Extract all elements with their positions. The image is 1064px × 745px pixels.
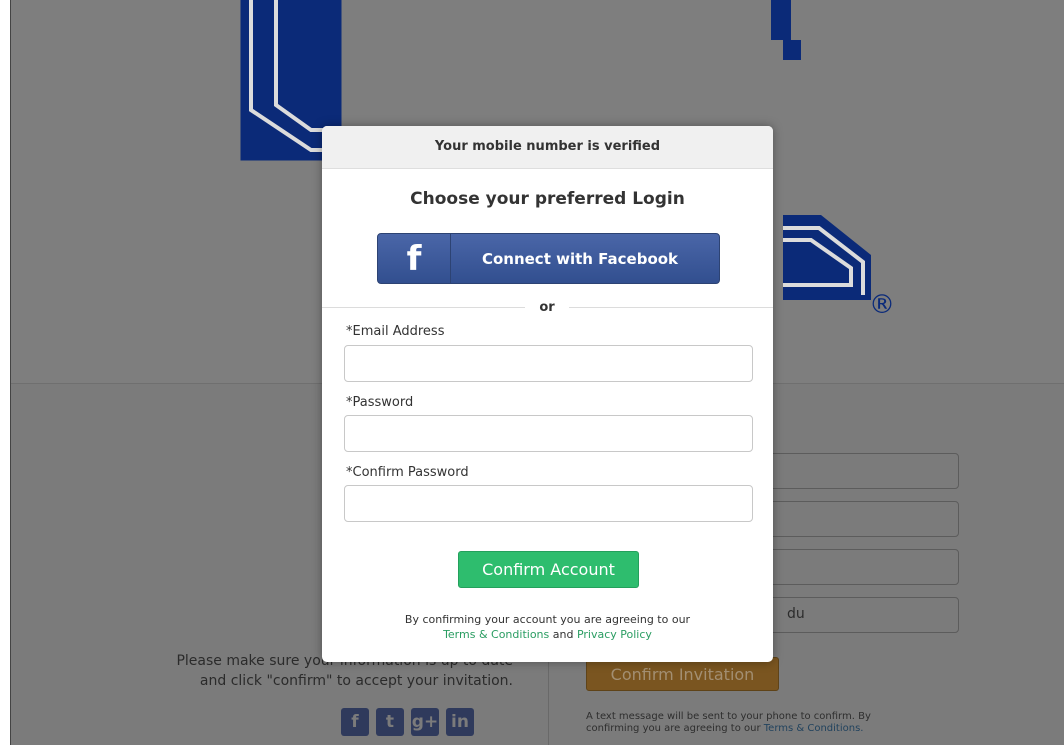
terms-notice: By confirming your account you are agree… bbox=[322, 612, 773, 642]
password-input[interactable] bbox=[344, 415, 753, 452]
facebook-icon[interactable]: f bbox=[341, 708, 369, 736]
or-text: or bbox=[525, 300, 569, 315]
terms-link-bg[interactable]: Terms & Conditions. bbox=[764, 723, 864, 734]
google-plus-icon[interactable]: g+ bbox=[411, 708, 439, 736]
confirm-password-label: *Confirm Password bbox=[346, 465, 469, 480]
registered-mark: ® bbox=[869, 290, 895, 320]
facebook-icon: f bbox=[378, 234, 451, 283]
linkedin-icon[interactable]: in bbox=[446, 708, 474, 736]
instructions-line: and click "confirm" to accept your invit… bbox=[199, 673, 513, 689]
twitter-icon[interactable]: t bbox=[376, 708, 404, 736]
social-links: f t g+ in bbox=[341, 708, 474, 736]
confirm-password-input[interactable] bbox=[344, 485, 753, 522]
facebook-button-label: Connect with Facebook bbox=[481, 249, 679, 268]
password-label: *Password bbox=[346, 395, 414, 410]
sms-note: A text message will be sent to your phon… bbox=[586, 711, 921, 735]
privacy-link[interactable]: Privacy Policy bbox=[577, 628, 652, 641]
confirm-account-button[interactable]: Confirm Account bbox=[458, 551, 639, 588]
or-divider: or bbox=[322, 300, 773, 318]
login-modal: Your mobile number is verified Choose yo… bbox=[322, 126, 773, 662]
and-text: and bbox=[552, 628, 574, 641]
modal-header: Your mobile number is verified bbox=[322, 126, 773, 169]
email-input[interactable] bbox=[344, 345, 753, 382]
terms-notice-text: By confirming your account you are agree… bbox=[404, 613, 691, 626]
terms-link[interactable]: Terms & Conditions bbox=[443, 628, 549, 641]
email-label: *Email Address bbox=[346, 324, 445, 339]
modal-title: Choose your preferred Login bbox=[410, 189, 685, 209]
connect-facebook-button[interactable]: f Connect with Facebook bbox=[377, 233, 720, 284]
confirm-invitation-button[interactable]: Confirm Invitation bbox=[586, 657, 779, 691]
